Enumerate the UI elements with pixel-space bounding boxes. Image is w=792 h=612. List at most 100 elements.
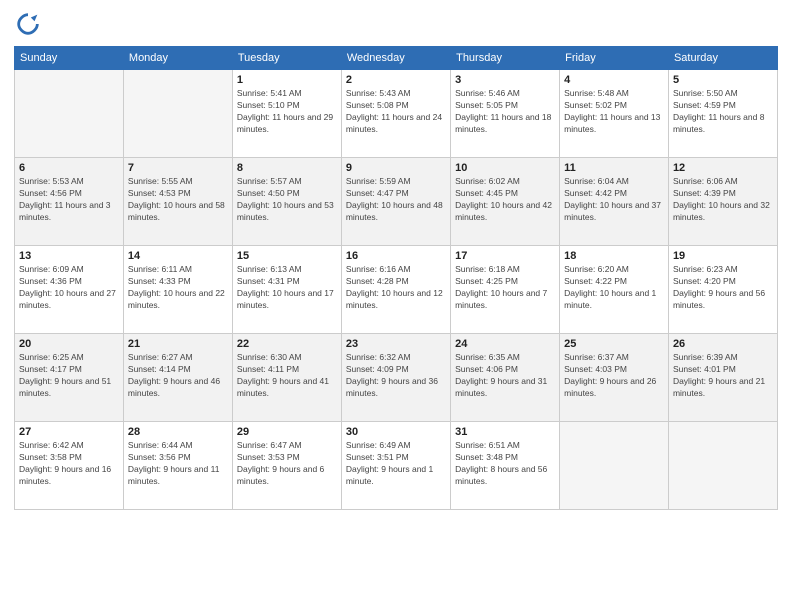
day-number: 12 [673, 162, 773, 174]
day-number: 17 [455, 250, 555, 262]
day-info: Sunrise: 6:09 AM Sunset: 4:36 PM Dayligh… [19, 264, 119, 312]
calendar-cell [15, 70, 124, 158]
calendar-cell: 6 Sunrise: 5:53 AM Sunset: 4:56 PM Daylig… [15, 158, 124, 246]
day-info: Sunrise: 6:51 AM Sunset: 3:48 PM Dayligh… [455, 440, 555, 488]
day-number: 25 [564, 338, 664, 350]
calendar-cell: 14 Sunrise: 6:11 AM Sunset: 4:33 PM Dayli… [123, 246, 232, 334]
weekday-header: Sunday [15, 47, 124, 70]
day-number: 16 [346, 250, 446, 262]
day-number: 13 [19, 250, 119, 262]
calendar-cell: 9 Sunrise: 5:59 AM Sunset: 4:47 PM Daylig… [341, 158, 450, 246]
day-number: 28 [128, 426, 228, 438]
calendar-cell: 3 Sunrise: 5:46 AM Sunset: 5:05 PM Daylig… [451, 70, 560, 158]
calendar-cell: 2Sunrise: 5:43 AM Sunset: 5:08 PM Daylig… [341, 70, 450, 158]
calendar-cell: 28 Sunrise: 6:44 AM Sunset: 3:56 PM Dayli… [123, 422, 232, 510]
calendar-cell: 27 Sunrise: 6:42 AM Sunset: 3:58 PM Dayli… [15, 422, 124, 510]
calendar-cell: 1Sunrise: 5:41 AM Sunset: 5:10 PM Daylig… [232, 70, 341, 158]
calendar-cell: 29 Sunrise: 6:47 AM Sunset: 3:53 PM Dayli… [232, 422, 341, 510]
calendar-cell: 12 Sunrise: 6:06 AM Sunset: 4:39 PM Dayli… [668, 158, 777, 246]
day-info: Sunrise: 6:02 AM Sunset: 4:45 PM Dayligh… [455, 176, 555, 224]
day-info: Sunrise: 5:41 AM Sunset: 5:10 PM Dayligh… [237, 88, 337, 136]
day-number: 21 [128, 338, 228, 350]
calendar-cell: 11Sunrise: 6:04 AM Sunset: 4:42 PM Dayli… [560, 158, 669, 246]
day-info: Sunrise: 5:46 AM Sunset: 5:05 PM Dayligh… [455, 88, 555, 136]
header [14, 10, 778, 38]
day-number: 14 [128, 250, 228, 262]
day-number: 24 [455, 338, 555, 350]
calendar-cell: 25Sunrise: 6:37 AM Sunset: 4:03 PM Dayli… [560, 334, 669, 422]
day-number: 15 [237, 250, 337, 262]
day-number: 9 [346, 162, 446, 174]
day-number: 4 [564, 74, 664, 86]
day-info: Sunrise: 6:11 AM Sunset: 4:33 PM Dayligh… [128, 264, 228, 312]
day-info: Sunrise: 6:06 AM Sunset: 4:39 PM Dayligh… [673, 176, 773, 224]
calendar-cell: 23 Sunrise: 6:32 AM Sunset: 4:09 PM Dayli… [341, 334, 450, 422]
calendar-cell: 21 Sunrise: 6:27 AM Sunset: 4:14 PM Dayli… [123, 334, 232, 422]
logo [14, 10, 46, 38]
calendar-cell: 15 Sunrise: 6:13 AM Sunset: 4:31 PM Dayli… [232, 246, 341, 334]
day-number: 31 [455, 426, 555, 438]
day-number: 29 [237, 426, 337, 438]
calendar-cell: 22Sunrise: 6:30 AM Sunset: 4:11 PM Dayli… [232, 334, 341, 422]
day-info: Sunrise: 6:18 AM Sunset: 4:25 PM Dayligh… [455, 264, 555, 312]
calendar-week-row: 13 Sunrise: 6:09 AM Sunset: 4:36 PM Dayli… [15, 246, 778, 334]
day-info: Sunrise: 5:57 AM Sunset: 4:50 PM Dayligh… [237, 176, 337, 224]
day-number: 7 [128, 162, 228, 174]
day-info: Sunrise: 5:50 AM Sunset: 4:59 PM Dayligh… [673, 88, 773, 136]
day-number: 6 [19, 162, 119, 174]
day-info: Sunrise: 6:25 AM Sunset: 4:17 PM Dayligh… [19, 352, 119, 400]
calendar-table: SundayMondayTuesdayWednesdayThursdayFrid… [14, 46, 778, 510]
day-number: 19 [673, 250, 773, 262]
calendar-cell [560, 422, 669, 510]
day-number: 2 [346, 74, 446, 86]
calendar-cell: 7 Sunrise: 5:55 AM Sunset: 4:53 PM Daylig… [123, 158, 232, 246]
calendar-cell: 5 Sunrise: 5:50 AM Sunset: 4:59 PM Daylig… [668, 70, 777, 158]
day-number: 23 [346, 338, 446, 350]
day-info: Sunrise: 6:20 AM Sunset: 4:22 PM Dayligh… [564, 264, 664, 312]
day-number: 18 [564, 250, 664, 262]
day-info: Sunrise: 6:49 AM Sunset: 3:51 PM Dayligh… [346, 440, 446, 488]
day-info: Sunrise: 6:44 AM Sunset: 3:56 PM Dayligh… [128, 440, 228, 488]
day-info: Sunrise: 6:23 AM Sunset: 4:20 PM Dayligh… [673, 264, 773, 312]
calendar-header-row: SundayMondayTuesdayWednesdayThursdayFrid… [15, 47, 778, 70]
day-info: Sunrise: 5:55 AM Sunset: 4:53 PM Dayligh… [128, 176, 228, 224]
day-info: Sunrise: 6:27 AM Sunset: 4:14 PM Dayligh… [128, 352, 228, 400]
calendar-cell: 30 Sunrise: 6:49 AM Sunset: 3:51 PM Dayli… [341, 422, 450, 510]
day-info: Sunrise: 5:48 AM Sunset: 5:02 PM Dayligh… [564, 88, 664, 136]
day-info: Sunrise: 6:30 AM Sunset: 4:11 PM Dayligh… [237, 352, 337, 400]
day-number: 26 [673, 338, 773, 350]
day-number: 10 [455, 162, 555, 174]
calendar-week-row: 20Sunrise: 6:25 AM Sunset: 4:17 PM Dayli… [15, 334, 778, 422]
day-info: Sunrise: 6:42 AM Sunset: 3:58 PM Dayligh… [19, 440, 119, 488]
calendar-cell: 17 Sunrise: 6:18 AM Sunset: 4:25 PM Dayli… [451, 246, 560, 334]
weekday-header: Wednesday [341, 47, 450, 70]
day-info: Sunrise: 6:13 AM Sunset: 4:31 PM Dayligh… [237, 264, 337, 312]
day-number: 27 [19, 426, 119, 438]
weekday-header: Tuesday [232, 47, 341, 70]
weekday-header: Friday [560, 47, 669, 70]
calendar-cell: 10 Sunrise: 6:02 AM Sunset: 4:45 PM Dayli… [451, 158, 560, 246]
day-number: 30 [346, 426, 446, 438]
calendar-cell: 16Sunrise: 6:16 AM Sunset: 4:28 PM Dayli… [341, 246, 450, 334]
calendar-cell: 18 Sunrise: 6:20 AM Sunset: 4:22 PM Dayli… [560, 246, 669, 334]
day-info: Sunrise: 6:32 AM Sunset: 4:09 PM Dayligh… [346, 352, 446, 400]
weekday-header: Saturday [668, 47, 777, 70]
day-number: 5 [673, 74, 773, 86]
calendar-cell: 20Sunrise: 6:25 AM Sunset: 4:17 PM Dayli… [15, 334, 124, 422]
day-info: Sunrise: 6:35 AM Sunset: 4:06 PM Dayligh… [455, 352, 555, 400]
calendar-cell: 24 Sunrise: 6:35 AM Sunset: 4:06 PM Dayli… [451, 334, 560, 422]
day-info: Sunrise: 5:53 AM Sunset: 4:56 PM Dayligh… [19, 176, 119, 224]
day-number: 11 [564, 162, 664, 174]
calendar-cell: 19 Sunrise: 6:23 AM Sunset: 4:20 PM Dayli… [668, 246, 777, 334]
calendar-cell: 26 Sunrise: 6:39 AM Sunset: 4:01 PM Dayli… [668, 334, 777, 422]
calendar-cell [123, 70, 232, 158]
day-number: 3 [455, 74, 555, 86]
calendar-cell: 31 Sunrise: 6:51 AM Sunset: 3:48 PM Dayli… [451, 422, 560, 510]
day-info: Sunrise: 6:47 AM Sunset: 3:53 PM Dayligh… [237, 440, 337, 488]
calendar-cell: 4 Sunrise: 5:48 AM Sunset: 5:02 PM Daylig… [560, 70, 669, 158]
day-info: Sunrise: 6:39 AM Sunset: 4:01 PM Dayligh… [673, 352, 773, 400]
weekday-header: Monday [123, 47, 232, 70]
day-number: 8 [237, 162, 337, 174]
day-info: Sunrise: 5:59 AM Sunset: 4:47 PM Dayligh… [346, 176, 446, 224]
calendar-week-row: 1Sunrise: 5:41 AM Sunset: 5:10 PM Daylig… [15, 70, 778, 158]
